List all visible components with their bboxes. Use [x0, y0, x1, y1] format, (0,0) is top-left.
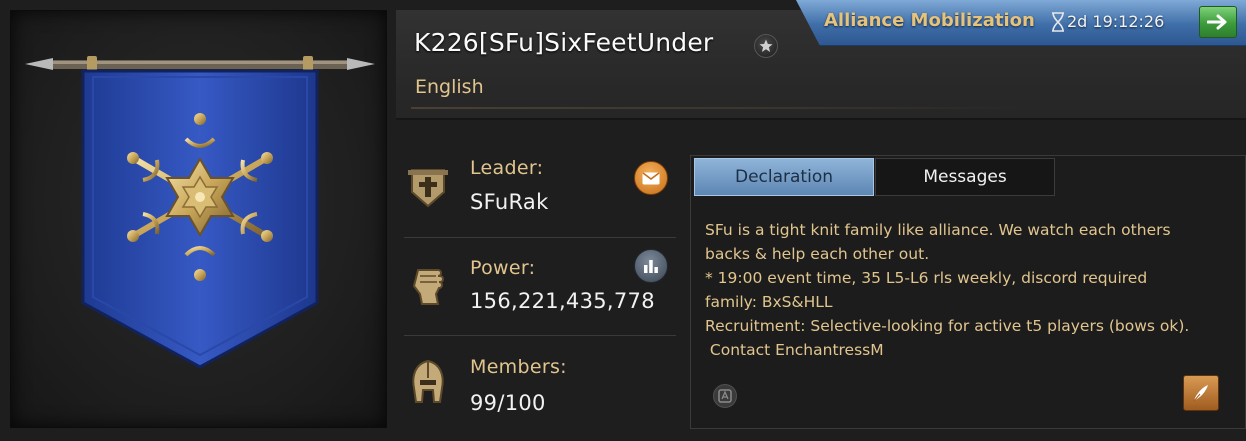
- declaration-line: backs & help each other out.: [705, 245, 930, 263]
- leader-crest-icon: [408, 169, 448, 208]
- declaration-line: Contact EnchantressM: [705, 341, 884, 359]
- leader-label: Leader:: [470, 157, 544, 179]
- alliance-info: Leader: SFuRak Power: 156,221,435,778 Me…: [396, 140, 686, 430]
- leader-value[interactable]: SFuRak: [470, 190, 549, 214]
- star-icon[interactable]: [754, 34, 778, 58]
- edit-declaration-button[interactable]: [1183, 375, 1219, 411]
- declaration-text: SFu is a tight knit family like alliance…: [705, 218, 1235, 362]
- declaration-line: * 19:00 event time, 35 L5-L6 rls weekly,…: [705, 269, 1148, 287]
- declaration-line: SFu is a tight knit family like alliance…: [705, 221, 1171, 239]
- alliance-mobilization-bar[interactable]: Alliance Mobilization 2d 19:12:26: [796, 0, 1246, 46]
- alliance-language: English: [415, 76, 484, 98]
- alliance-name: K226[SFu]SixFeetUnder: [414, 28, 714, 57]
- fist-icon: [412, 269, 444, 305]
- bar-chart-icon: [644, 260, 658, 273]
- declaration-line: family: BxS&HLL: [705, 293, 833, 311]
- hourglass-icon: [1052, 12, 1064, 32]
- members-value[interactable]: 99/100: [470, 391, 546, 415]
- declaration-panel: Declaration Messages SFu is a tight knit…: [690, 155, 1246, 429]
- tab-messages[interactable]: Messages: [875, 158, 1055, 196]
- members-label: Members:: [470, 356, 567, 378]
- leader-row: Leader: SFuRak: [404, 140, 676, 238]
- mobilization-timer: 2d 19:12:26: [1067, 12, 1165, 31]
- mail-icon: [642, 171, 660, 184]
- mail-button[interactable]: [634, 161, 668, 195]
- translate-icon[interactable]: [713, 384, 737, 408]
- quill-icon: [1193, 385, 1208, 402]
- power-row: Power: 156,221,435,778: [404, 238, 676, 336]
- helmet-icon: [412, 359, 444, 403]
- power-label: Power:: [470, 257, 536, 279]
- mobilization-title: Alliance Mobilization: [824, 10, 1035, 31]
- alliance-banner: [25, 56, 375, 369]
- power-stats-button[interactable]: [634, 249, 668, 283]
- declaration-line: Recruitment: Selective-looking for activ…: [705, 317, 1190, 335]
- divider: [411, 107, 1031, 109]
- alliance-banner-panel: [10, 10, 387, 428]
- members-row: Members: 99/100: [404, 336, 676, 434]
- arrow-right-icon: [1207, 14, 1227, 30]
- power-value: 156,221,435,778: [470, 289, 655, 313]
- mobilization-go-button[interactable]: [1199, 6, 1237, 38]
- tab-declaration[interactable]: Declaration: [694, 158, 874, 196]
